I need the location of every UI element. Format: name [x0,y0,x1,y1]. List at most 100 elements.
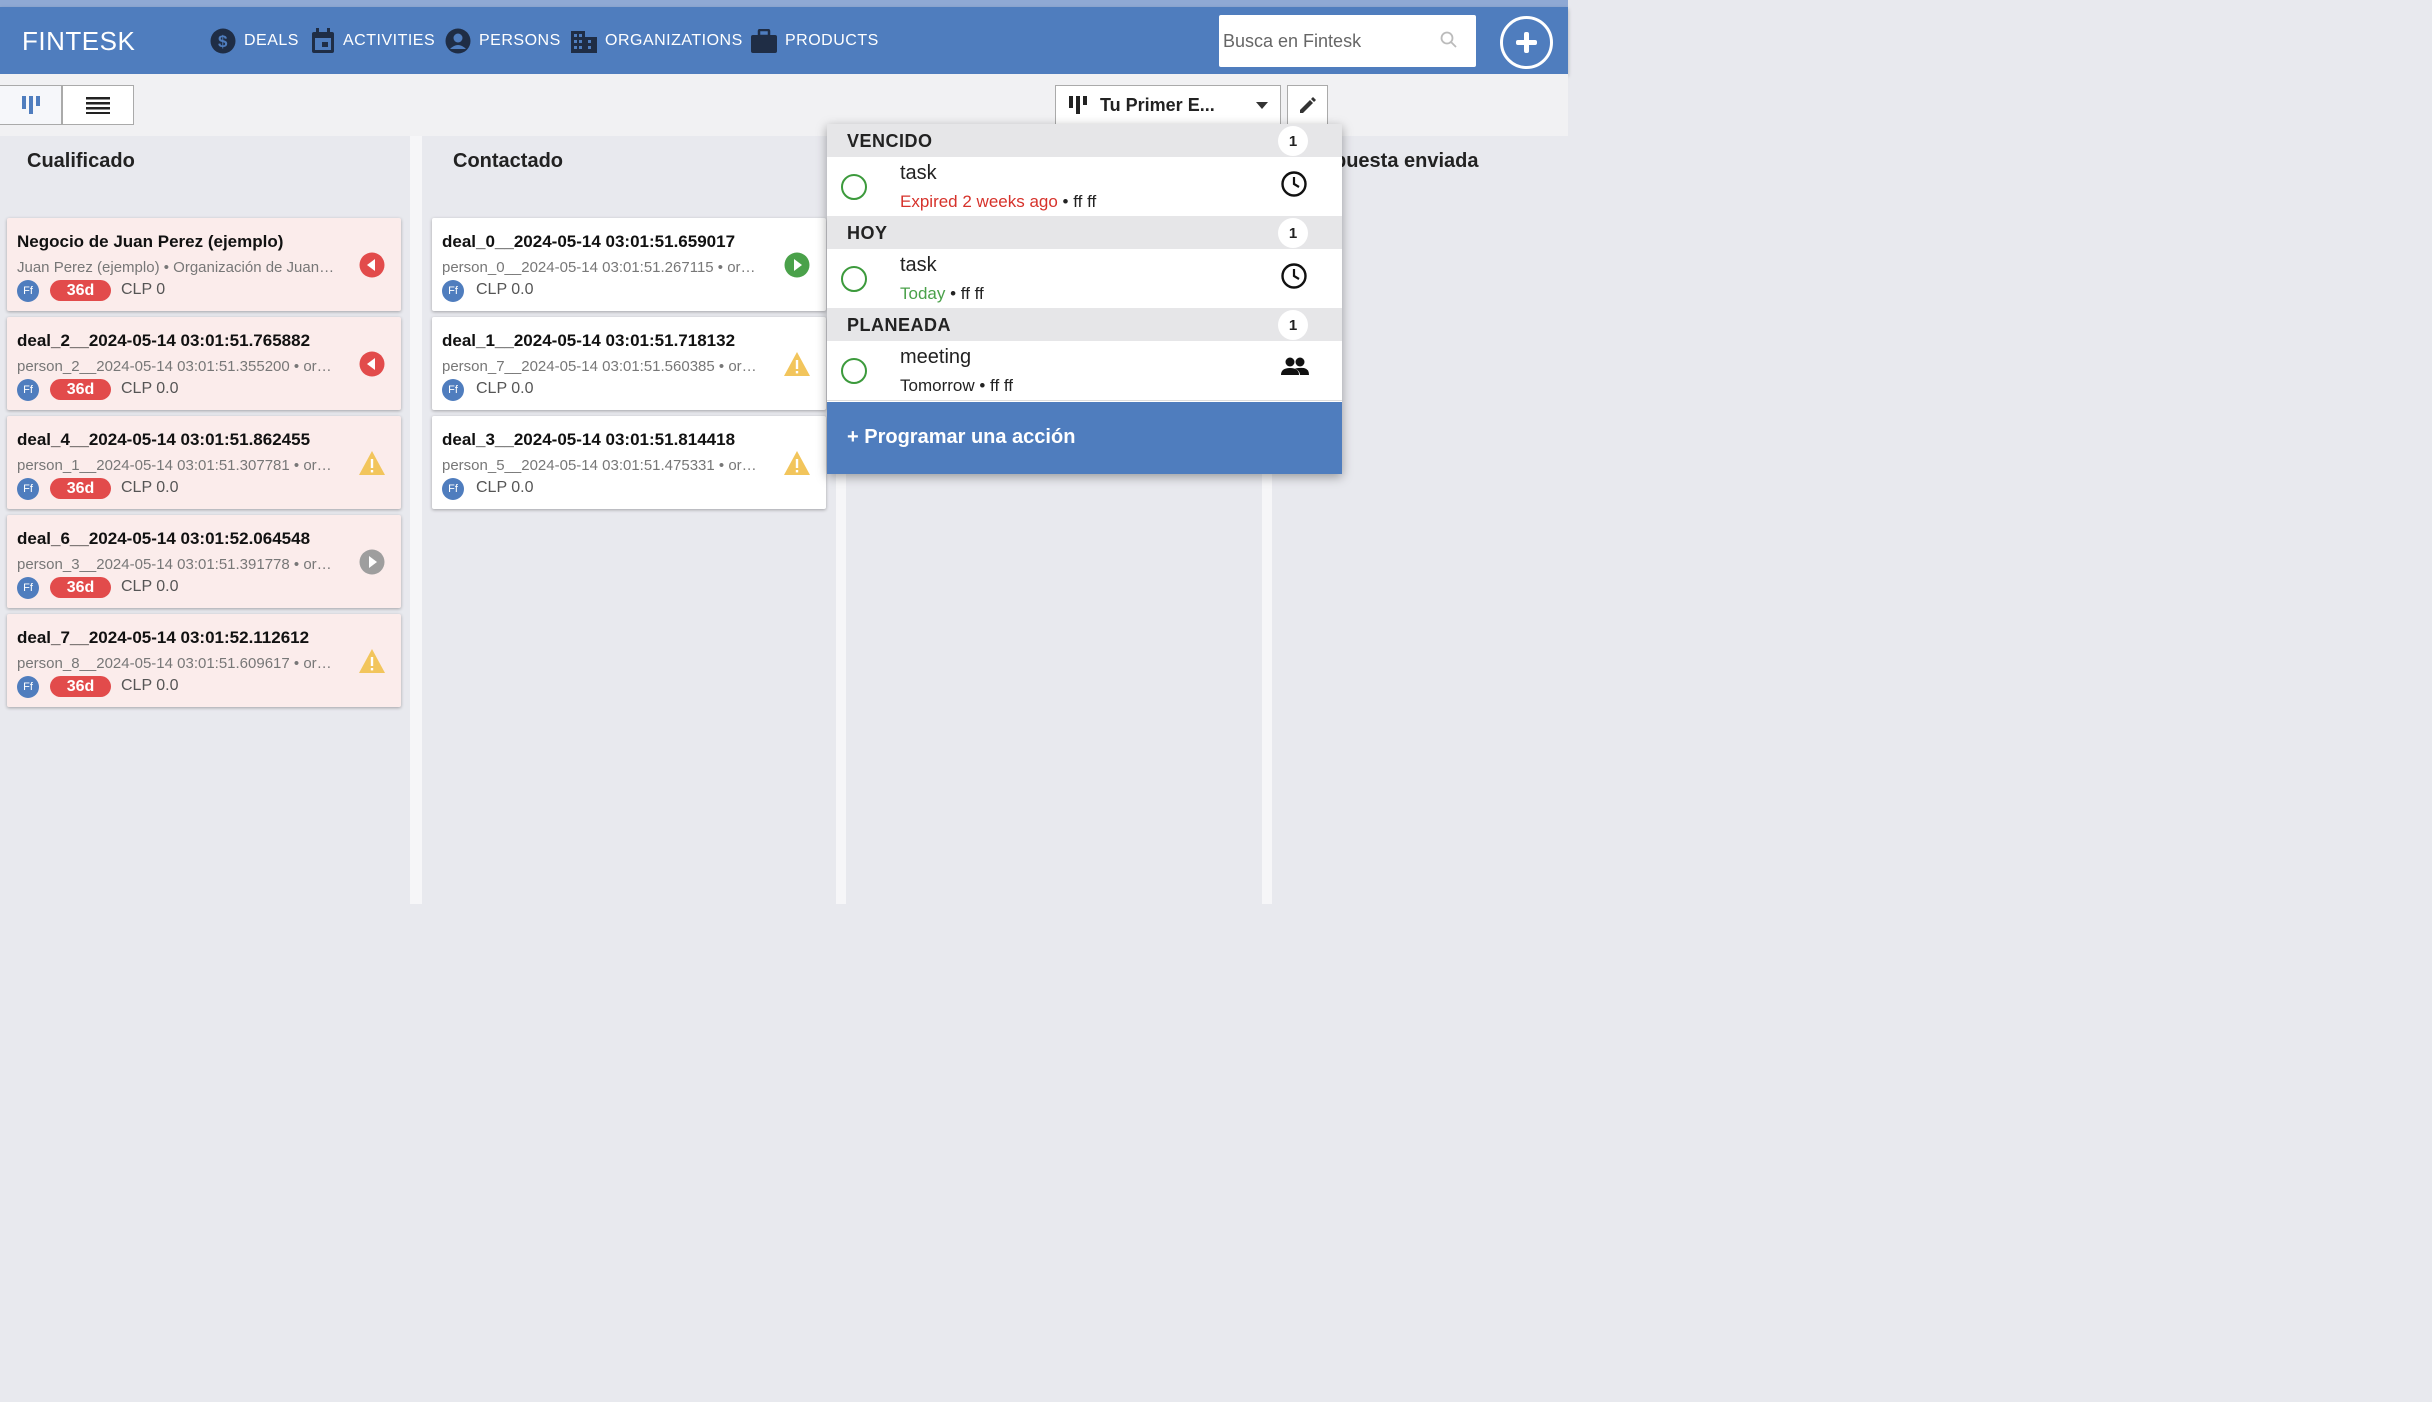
nav-deals-label: DEALS [244,32,299,49]
deal-title: deal_7__2024-05-14 03:01:52.112612 [17,628,310,647]
schedule-activity-button[interactable]: + Programar una acción [827,402,1342,474]
section-count: 1 [1278,218,1308,248]
mark-done-checkbox[interactable] [841,358,867,384]
deal-card[interactable]: deal_3__2024-05-14 03:01:51.814418 perso… [432,416,826,509]
warning-icon[interactable] [358,450,386,476]
activity-details: Today • ff ff [900,284,984,304]
section-count: 1 [1278,310,1308,340]
deal-card[interactable]: deal_1__2024-05-14 03:01:51.718132 perso… [432,317,826,410]
dollar-icon: $ [210,28,236,54]
deal-subtitle: person_1__2024-05-14 03:01:51.307781 • o… [17,457,332,474]
deal-subtitle: person_5__2024-05-14 03:01:51.475331 • o… [442,457,757,474]
add-button[interactable] [1500,16,1553,69]
top-strip [0,0,1568,7]
pipeline-icon [1069,96,1087,114]
rotten-days-badge: 36d [50,676,111,697]
activity-name: meeting [900,346,972,368]
deal-title: deal_0__2024-05-14 03:01:51.659017 [442,232,736,251]
avatar: Ff [442,280,464,302]
nav-organizations-label: ORGANIZATIONS [605,32,743,49]
deal-card[interactable]: deal_2__2024-05-14 03:01:51.765882 perso… [7,317,401,410]
nav-activities-label: ACTIVITIES [343,32,436,49]
section-label: PLANEADA [847,315,952,335]
deal-subtitle: person_2__2024-05-14 03:01:51.355200 • o… [17,358,332,375]
deal-subtitle: person_0__2024-05-14 03:01:51.267115 • o… [442,259,756,276]
nav-organizations[interactable]: ORGANIZATIONS [571,26,743,56]
deal-amount: CLP 0.0 [121,677,179,694]
mark-done-checkbox[interactable] [841,174,867,200]
pipeline-select[interactable]: Tu Primer E... [1055,85,1281,125]
activity-due: Tomorrow [900,376,975,395]
stage-title: Cualificado [27,150,135,172]
warning-icon[interactable] [783,450,811,476]
section-header-overdue: VENCIDO 1 [827,124,1342,157]
activity-item[interactable]: meeting Tomorrow • ff ff [827,341,1342,401]
activity-owner: • ff ff [1057,192,1097,211]
list-view-button[interactable] [62,85,134,125]
kanban-view-button[interactable] [0,85,62,125]
nav-deals[interactable]: $ DEALS [210,26,299,56]
avatar: Ff [17,280,39,302]
avatar: Ff [17,478,39,500]
warning-icon[interactable] [358,648,386,674]
today-icon[interactable] [783,252,811,278]
calendar-icon [312,28,334,53]
nav-products[interactable]: PRODUCTS [751,26,879,56]
deal-subtitle: Juan Perez (ejemplo) • Organización de J… [17,259,335,276]
avatar: Ff [17,379,39,401]
activities-popover: VENCIDO 1 task Expired 2 weeks ago • ff … [827,124,1342,474]
deal-amount: CLP 0.0 [476,281,534,298]
deal-card[interactable]: deal_0__2024-05-14 03:01:51.659017 perso… [432,218,826,311]
deal-subtitle: person_7__2024-05-14 03:01:51.560385 • o… [442,358,757,375]
deal-card[interactable]: deal_7__2024-05-14 03:01:52.112612 perso… [7,614,401,707]
rotten-days-badge: 36d [50,379,111,400]
deal-amount: CLP 0 [121,281,166,298]
people-icon [1281,357,1309,375]
deal-title: deal_3__2024-05-14 03:01:51.814418 [442,430,736,449]
mark-done-checkbox[interactable] [841,266,867,292]
deal-card[interactable]: Negocio de Juan Perez (ejemplo) Juan Per… [7,218,401,311]
nav-persons-label: PERSONS [479,32,561,49]
pipeline-select-value: Tu Primer E... [1100,94,1215,115]
search-box [1219,15,1476,67]
briefcase-icon [751,29,777,53]
list-icon [86,97,110,114]
activity-name: task [900,162,937,184]
nav-persons[interactable]: PERSONS [445,26,561,56]
deal-card[interactable]: deal_4__2024-05-14 03:01:51.862455 perso… [7,416,401,509]
rotten-days-badge: 36d [50,478,111,499]
activity-due: Expired 2 weeks ago [900,192,1058,211]
avatar: Ff [17,676,39,698]
search-input[interactable] [1219,15,1419,67]
deal-title: deal_1__2024-05-14 03:01:51.718132 [442,331,736,350]
section-label: HOY [847,223,888,243]
rotten-days-badge: 36d [50,577,111,598]
nav-activities[interactable]: ACTIVITIES [311,26,435,56]
activity-details: Expired 2 weeks ago • ff ff [900,192,1096,212]
overdue-icon[interactable] [358,351,386,377]
deal-title: deal_6__2024-05-14 03:01:52.064548 [17,529,311,548]
search-icon[interactable] [1440,31,1458,49]
brand-logo[interactable]: FINTESK [22,26,135,57]
activity-item[interactable]: task Expired 2 weeks ago • ff ff [827,157,1342,217]
deal-title: deal_4__2024-05-14 03:01:51.862455 [17,430,311,449]
activity-owner: • ff ff [945,284,984,303]
planned-icon[interactable] [358,549,386,575]
deal-card[interactable]: deal_6__2024-05-14 03:01:52.064548 perso… [7,515,401,608]
clock-icon [1281,263,1307,289]
section-count: 1 [1278,126,1308,156]
section-label: VENCIDO [847,131,933,151]
activity-item[interactable]: task Today • ff ff [827,249,1342,309]
deal-subtitle: person_8__2024-05-14 03:01:51.609617 • o… [17,655,332,672]
edit-pipeline-button[interactable] [1287,85,1328,125]
deal-amount: CLP 0.0 [476,479,534,496]
deal-amount: CLP 0.0 [476,380,534,397]
warning-icon[interactable] [783,351,811,377]
activity-due: Today [900,284,946,303]
overdue-icon[interactable] [358,252,386,278]
stage-title: puesta enviada [1334,150,1479,172]
nav-products-label: PRODUCTS [785,32,879,49]
deal-amount: CLP 0.0 [121,380,179,397]
activity-owner: • ff ff [974,376,1014,395]
person-icon [445,28,471,54]
